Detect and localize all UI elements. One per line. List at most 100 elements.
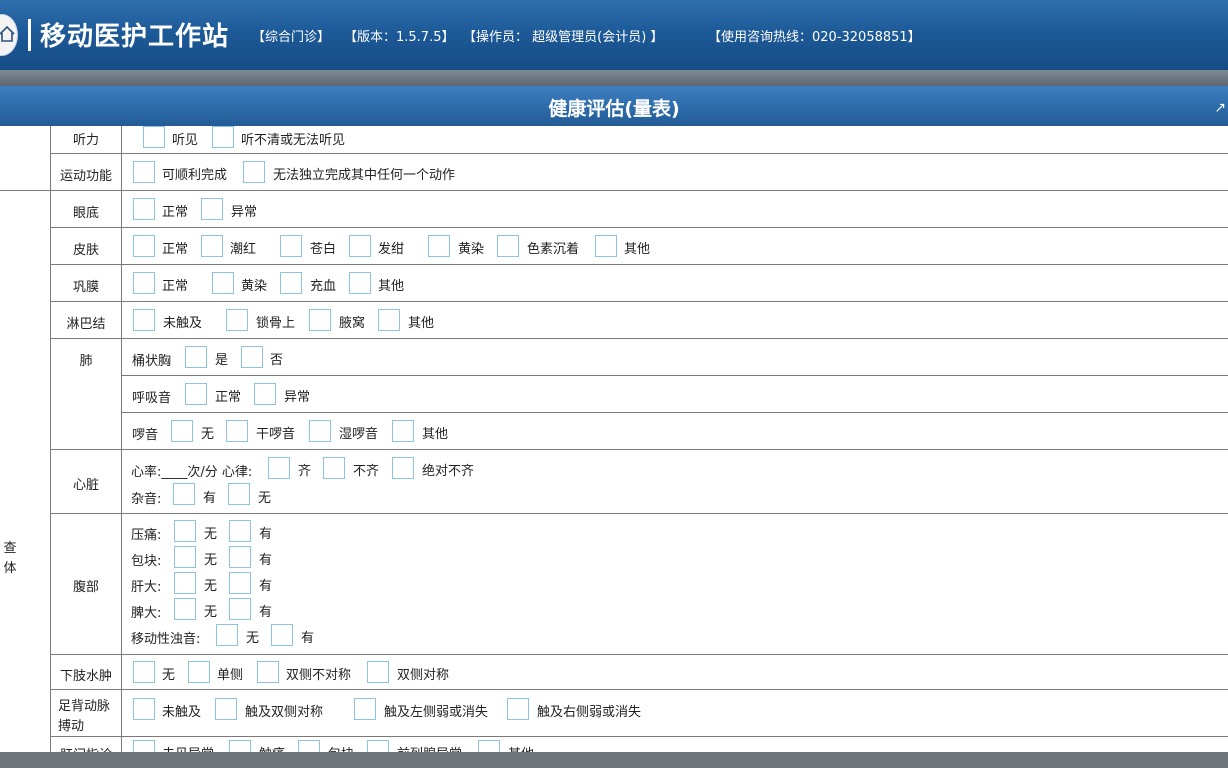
checkbox-splenomegaly-yes[interactable] [229,598,251,620]
option-label: 单侧 [217,668,244,683]
checkbox-pulse-right-weak[interactable] [507,698,529,720]
option-label: 异常 [231,205,258,220]
checkbox-hearing-hear[interactable] [143,126,165,148]
checkbox-edema-unilateral[interactable] [188,661,210,683]
option-label: 其他 [408,316,435,331]
checkbox-skin-pale[interactable] [280,235,302,257]
checkbox-lymph-none[interactable] [133,309,155,331]
checkbox-pulse-bilateral[interactable] [215,698,237,720]
checkbox-skin-cyanosis[interactable] [349,235,371,257]
row-divider [50,301,1228,302]
checkbox-rale-wet[interactable] [309,420,331,442]
row-label-abdomen: 腹部 [72,580,99,595]
checkbox-pulse-none[interactable] [133,698,155,720]
checkbox-shifting-dullness-no[interactable] [216,624,238,646]
option-label: 苍白 [310,242,337,257]
checkbox-motor-unable[interactable] [243,161,265,183]
expand-icon[interactable]: ↗ [1214,100,1226,116]
option-label: 正常 [162,242,189,257]
checkbox-murmur-no[interactable] [228,483,250,505]
option-label: 其他 [422,427,449,442]
option-label: 前列腺异常 [397,743,462,752]
checkbox-motor-complete[interactable] [133,161,155,183]
abdomen-item-label: 肝大: [131,580,162,595]
option-label: 包块 [328,743,354,752]
checkbox-sclera-congestion[interactable] [280,272,302,294]
checkbox-sclera-jaundice[interactable] [212,272,234,294]
checkbox-breath-abnormal[interactable] [254,383,276,405]
app-header: 移动医护工作站 【综合门诊】 【版本：1.5.7.5】 【操作员： 超级管理员(… [0,0,1228,70]
abdomen-item-label: 移动性浊音: [131,632,201,647]
row-divider [50,513,1228,514]
checkbox-rhythm-regular[interactable] [268,457,290,479]
row-divider [50,449,1228,450]
checkbox-skin-pigmentation[interactable] [497,235,519,257]
checkbox-sclera-other[interactable] [349,272,371,294]
checkbox-rale-dry[interactable] [226,420,248,442]
option-label: 有 [203,491,217,506]
checkbox-rale-other[interactable] [392,420,414,442]
checkbox-edema-symmetric[interactable] [367,661,389,683]
checkbox-edema-none[interactable] [133,661,155,683]
checkbox-skin-other[interactable] [595,235,617,257]
checkbox-skin-jaundice[interactable] [428,235,450,257]
option-label: 可顺利完成 [162,168,228,183]
option-label: 无 [246,631,260,646]
operator-label: 【操作员： 超级管理员(会计员) 】 [463,30,664,45]
checkbox-sclera-normal[interactable] [133,272,155,294]
option-label: 有 [259,579,273,594]
row-divider [50,153,1228,154]
checkbox-anal-other[interactable] [478,740,500,752]
checkbox-skin-flushed[interactable] [201,235,223,257]
header-strip [0,70,1228,86]
row-label-anal: 肛门指诊 [51,744,121,752]
panel-titlebar: 健康评估(量表) ↗ [0,86,1228,126]
checkbox-hearing-cannot[interactable] [212,126,234,148]
app-title: 移动医护工作站 [40,22,230,52]
checkbox-hepatomegaly-no[interactable] [174,572,196,594]
checkbox-rhythm-irregular[interactable] [323,457,345,479]
home-button[interactable] [0,14,18,56]
checkbox-anal-mass[interactable] [298,740,320,752]
checkbox-skin-normal[interactable] [133,235,155,257]
checkbox-mass-yes[interactable] [229,546,251,568]
checkbox-barrel-no[interactable] [241,346,263,368]
checkbox-tenderness-yes[interactable] [229,520,251,542]
option-label: 有 [259,553,273,568]
row-label-hearing: 听力 [72,133,99,148]
checkbox-breath-normal[interactable] [185,383,207,405]
heart-rate-text: 心率:____次/分 心律: [131,465,253,480]
checkbox-hepatomegaly-yes[interactable] [229,572,251,594]
checkbox-pulse-left-weak[interactable] [354,698,376,720]
option-label: 腋窝 [339,316,366,331]
checkbox-anal-prostate[interactable] [367,740,389,752]
sub-label-rale: 啰音 [132,428,159,443]
checkbox-rhythm-absolute[interactable] [392,457,414,479]
assessment-form: 查体 听力 听见 听不清或无法听见 运动功能 可顺利完成 无法独立完成其中任何一… [0,126,1228,752]
option-label: 无 [204,579,218,594]
checkbox-fundus-abnormal[interactable] [201,198,223,220]
checkbox-rale-none[interactable] [171,420,193,442]
checkbox-lymph-axillary[interactable] [309,309,331,331]
checkbox-splenomegaly-no[interactable] [174,598,196,620]
row-divider [50,264,1228,265]
checkbox-barrel-yes[interactable] [185,346,207,368]
checkbox-lymph-supraclavicular[interactable] [226,309,248,331]
title-divider [28,19,31,51]
option-label: 潮红 [230,242,257,257]
checkbox-murmur-yes[interactable] [173,483,195,505]
checkbox-shifting-dullness-yes[interactable] [271,624,293,646]
option-label: 无 [204,527,218,542]
checkbox-tenderness-no[interactable] [174,520,196,542]
checkbox-anal-normal[interactable] [133,740,155,752]
home-icon [0,25,15,42]
checkbox-edema-asymmetric[interactable] [257,661,279,683]
murmur-label: 杂音: [131,492,162,507]
checkbox-lymph-other[interactable] [378,309,400,331]
option-label: 干啰音 [256,427,296,442]
checkbox-mass-no[interactable] [174,546,196,568]
option-label: 触及双侧对称 [245,705,324,720]
checkbox-anal-tenderness[interactable] [229,740,251,752]
hotline-label: 【使用咨询热线：020-32058851】 [708,30,921,45]
checkbox-fundus-normal[interactable] [133,198,155,220]
